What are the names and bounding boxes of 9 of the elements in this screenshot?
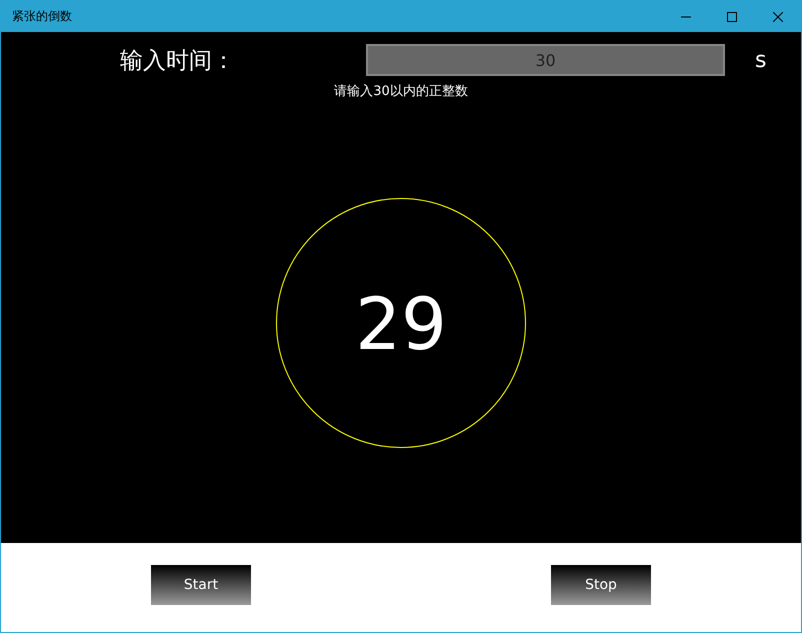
stop-button[interactable]: Stop (551, 564, 651, 604)
window-title: 紧张的倒数 (11, 8, 73, 25)
close-icon[interactable] (773, 12, 783, 22)
countdown-number: 29 (355, 282, 447, 366)
unit-label: s (755, 48, 766, 72)
time-label: 输入时间： (120, 46, 236, 76)
maximize-icon[interactable] (727, 12, 737, 22)
start-button[interactable]: Start (151, 564, 251, 604)
hint-text: 请输入30以内的正整数 (334, 83, 468, 100)
